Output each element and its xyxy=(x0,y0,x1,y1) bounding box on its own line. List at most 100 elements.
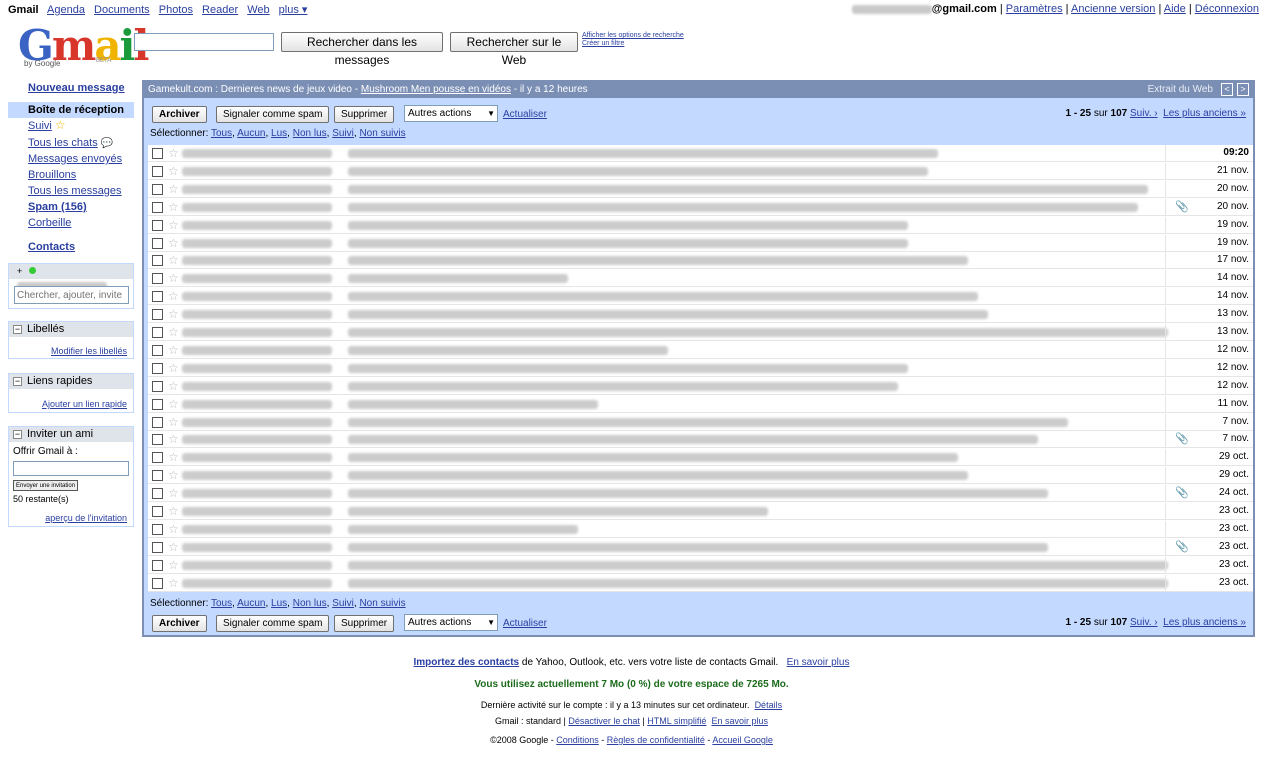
email-row[interactable]: ☆ 12 nov. xyxy=(148,341,1253,359)
star-icon[interactable]: ☆ xyxy=(168,468,179,482)
sidebar-item-chats[interactable]: Tous les chats 💬 xyxy=(8,135,134,151)
row-checkbox[interactable] xyxy=(152,291,163,303)
next-page-link[interactable]: Suiv. › xyxy=(1130,108,1158,119)
star-icon[interactable]: ☆ xyxy=(168,325,179,339)
link-logout[interactable]: Déconnexion xyxy=(1195,3,1259,15)
select-none-link[interactable]: Aucun xyxy=(237,128,265,139)
star-icon[interactable]: ☆ xyxy=(168,289,179,303)
star-icon[interactable]: ☆ xyxy=(168,450,179,464)
star-icon[interactable]: ☆ xyxy=(168,522,179,536)
row-checkbox[interactable] xyxy=(152,165,163,177)
select-unstarred-link[interactable]: Non suivis xyxy=(359,598,405,609)
star-icon[interactable]: ☆ xyxy=(168,307,179,321)
star-icon[interactable]: ☆ xyxy=(168,200,179,214)
star-icon[interactable]: ☆ xyxy=(168,397,179,411)
select-starred-link[interactable]: Suivi xyxy=(332,598,354,609)
star-icon[interactable]: ☆ xyxy=(168,343,179,357)
gmail-logo[interactable]: Gmail by Google BETA xyxy=(18,21,149,70)
details-link[interactable]: Détails xyxy=(755,700,783,710)
star-icon[interactable]: ☆ xyxy=(168,379,179,393)
privacy-link[interactable]: Règles de confidentialité xyxy=(607,735,705,745)
delete-button[interactable]: Supprimer xyxy=(334,615,395,632)
star-icon[interactable]: ☆ xyxy=(168,218,179,232)
email-row[interactable]: ☆ 29 oct. xyxy=(148,467,1253,485)
row-checkbox[interactable] xyxy=(152,559,163,571)
row-checkbox[interactable] xyxy=(152,362,163,374)
email-row[interactable]: ☆ 19 nov. xyxy=(148,234,1253,252)
web-clip-headline-link[interactable]: Mushroom Men pousse en vidéos xyxy=(361,84,511,95)
email-row[interactable]: ☆ 14 nov. xyxy=(148,270,1253,288)
star-icon[interactable]: ☆ xyxy=(168,540,179,554)
row-checkbox[interactable] xyxy=(152,470,163,482)
collapse-icon[interactable]: − xyxy=(13,430,22,439)
edit-labels-link[interactable]: Modifier les libellés xyxy=(51,346,127,356)
link-reader[interactable]: Reader xyxy=(202,4,238,16)
sidebar-item-sent[interactable]: Messages envoyés xyxy=(8,151,134,167)
link-more[interactable]: plus ▾ xyxy=(279,4,308,16)
select-all-link[interactable]: Tous xyxy=(211,128,232,139)
star-icon[interactable]: ☆ xyxy=(168,558,179,572)
email-row[interactable]: ☆ 21 nov. xyxy=(148,162,1253,180)
row-checkbox[interactable] xyxy=(152,452,163,464)
select-read-link[interactable]: Lus xyxy=(271,598,287,609)
row-checkbox[interactable] xyxy=(152,201,163,213)
email-row[interactable]: ☆ 09:20 xyxy=(148,145,1253,162)
plus-icon[interactable]: + xyxy=(17,266,22,276)
link-web[interactable]: Web xyxy=(247,4,269,16)
chevron-right-icon[interactable]: > xyxy=(1237,83,1249,96)
archive-button[interactable]: Archiver xyxy=(152,106,207,123)
refresh-link[interactable]: Actualiser xyxy=(503,618,547,629)
star-icon[interactable]: ☆ xyxy=(168,361,179,375)
select-starred-link[interactable]: Suivi xyxy=(332,128,354,139)
email-row[interactable]: ☆ 29 oct. xyxy=(148,449,1253,467)
search-messages-button[interactable]: Rechercher dans les messages xyxy=(281,32,443,67)
archive-button[interactable]: Archiver xyxy=(152,615,207,632)
star-icon[interactable]: ☆ xyxy=(168,146,179,160)
chevron-left-icon[interactable]: < xyxy=(1221,83,1233,96)
row-checkbox[interactable] xyxy=(152,148,163,159)
delete-button[interactable]: Supprimer xyxy=(334,106,395,123)
sidebar-item-all-mail[interactable]: Tous les messages xyxy=(8,183,134,199)
email-row[interactable]: ☆ 11 nov. xyxy=(148,395,1253,413)
email-row[interactable]: ☆ 23 oct. xyxy=(148,556,1253,574)
report-spam-button[interactable]: Signaler comme spam xyxy=(216,106,330,123)
row-checkbox[interactable] xyxy=(152,577,163,589)
link-documents[interactable]: Documents xyxy=(94,4,150,16)
link-old-version[interactable]: Ancienne version xyxy=(1071,3,1155,15)
sidebar-item-trash[interactable]: Corbeille xyxy=(8,215,134,231)
email-row[interactable]: ☆ 20 nov. xyxy=(148,180,1253,198)
learn-more-link-2[interactable]: En savoir plus xyxy=(711,716,768,726)
row-checkbox[interactable] xyxy=(152,541,163,553)
row-checkbox[interactable] xyxy=(152,506,163,517)
more-actions-select[interactable]: Autres actions ▼ xyxy=(404,105,498,122)
invite-header[interactable]: − Inviter un ami xyxy=(9,427,133,442)
row-checkbox[interactable] xyxy=(152,273,163,285)
row-checkbox[interactable] xyxy=(152,237,163,249)
link-photos[interactable]: Photos xyxy=(159,4,193,16)
select-none-link[interactable]: Aucun xyxy=(237,598,265,609)
row-checkbox[interactable] xyxy=(152,488,163,500)
basic-html-link[interactable]: HTML simplifié xyxy=(647,716,706,726)
star-icon[interactable]: ☆ xyxy=(168,253,179,267)
star-icon[interactable]: ☆ xyxy=(168,504,179,518)
search-input[interactable] xyxy=(134,33,274,51)
email-row[interactable]: ☆ 19 nov. xyxy=(148,216,1253,234)
link-settings[interactable]: Paramètres xyxy=(1006,3,1063,15)
row-checkbox[interactable] xyxy=(152,219,163,231)
star-icon[interactable]: ☆ xyxy=(168,164,179,178)
import-contacts-link[interactable]: Importez des contacts xyxy=(414,657,520,668)
more-actions-select[interactable]: Autres actions ▼ xyxy=(404,614,498,631)
email-row[interactable]: ☆ 23 oct. xyxy=(148,503,1253,520)
row-checkbox[interactable] xyxy=(152,434,163,446)
email-row[interactable]: ☆ 13 nov. xyxy=(148,324,1253,341)
quicklinks-header[interactable]: − Liens rapides xyxy=(9,374,133,389)
sidebar-item-spam[interactable]: Spam (156) xyxy=(8,199,134,215)
star-icon[interactable]: ☆ xyxy=(168,415,179,429)
oldest-link[interactable]: Les plus anciens » xyxy=(1163,617,1246,628)
disable-chat-link[interactable]: Désactiver le chat xyxy=(568,716,640,726)
email-row[interactable]: ☆ 📎 23 oct. xyxy=(148,538,1253,556)
row-checkbox[interactable] xyxy=(152,309,163,321)
star-icon[interactable]: ☆ xyxy=(168,576,179,590)
email-row[interactable]: ☆ 14 nov. xyxy=(148,288,1253,306)
invite-preview-link[interactable]: aperçu de l'invitation xyxy=(45,513,127,523)
